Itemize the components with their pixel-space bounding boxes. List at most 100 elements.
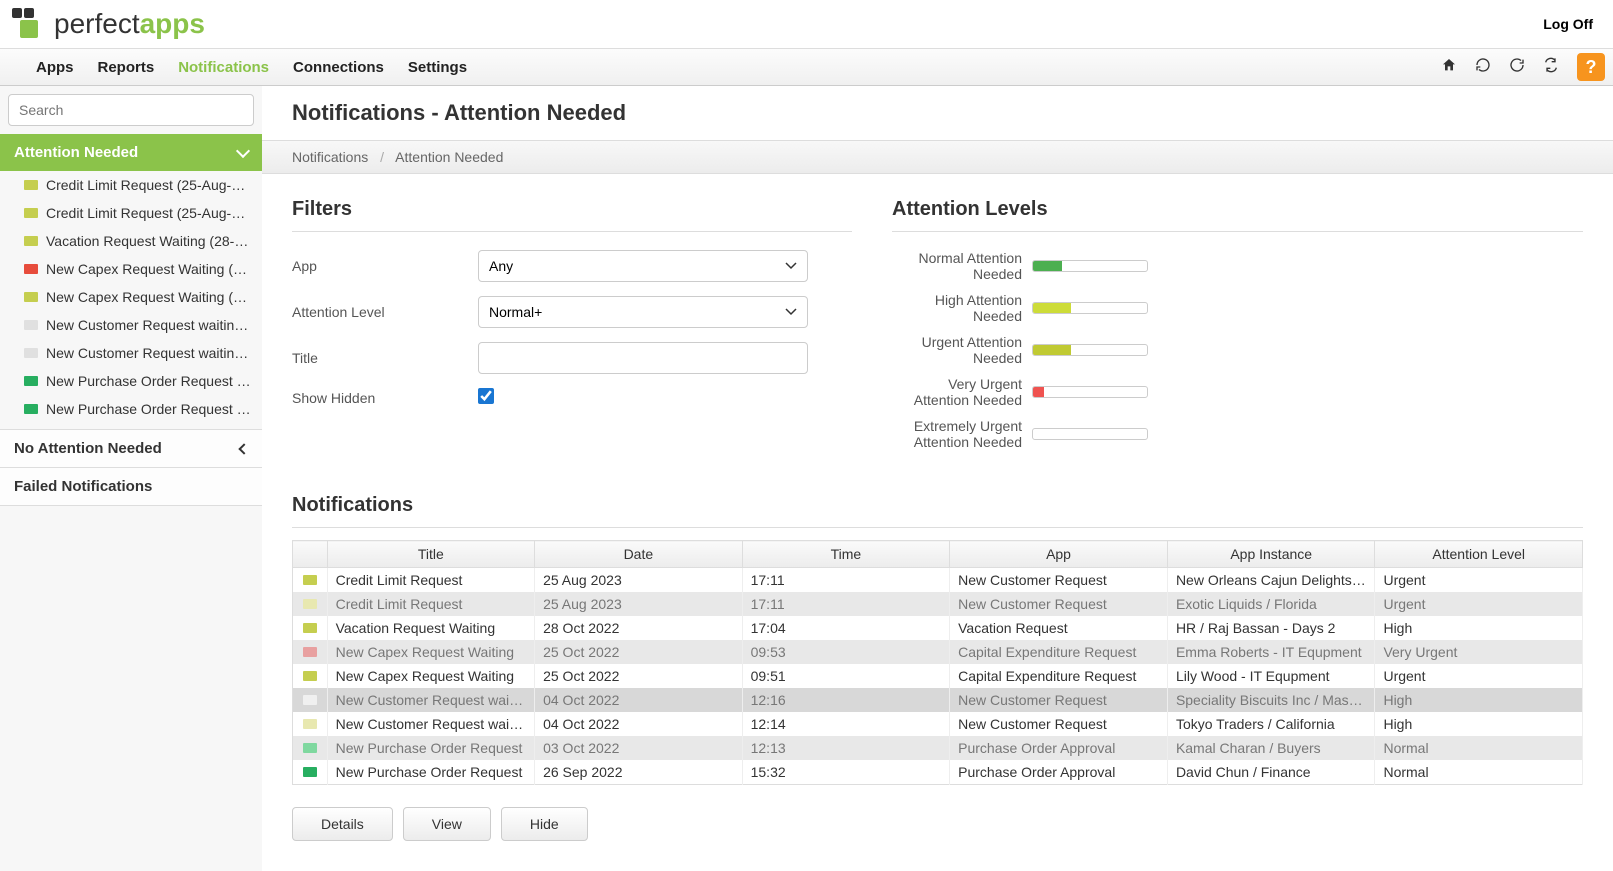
col-level[interactable]: Attention Level bbox=[1375, 541, 1583, 568]
sidebar-item-label: New Capex Request Waiting (25-Oct-... bbox=[46, 289, 252, 305]
level-row: High Attention Needed bbox=[892, 292, 1583, 324]
level-label: Extremely Urgent Attention Needed bbox=[892, 418, 1032, 450]
filter-app-label: App bbox=[292, 258, 478, 274]
logoff-link[interactable]: Log Off bbox=[1543, 16, 1593, 32]
chevron-left-icon bbox=[238, 443, 249, 454]
cell-title: New Purchase Order Request bbox=[327, 760, 535, 785]
levels-block: Attention Levels Normal Attention Needed… bbox=[892, 198, 1583, 460]
logo-mark-icon bbox=[10, 6, 46, 42]
cell-level: High bbox=[1375, 616, 1583, 640]
filter-showhidden-checkbox[interactable] bbox=[478, 388, 494, 404]
cell-level: High bbox=[1375, 688, 1583, 712]
level-label: Very Urgent Attention Needed bbox=[892, 376, 1032, 408]
mail-icon bbox=[24, 376, 38, 386]
level-label: Normal Attention Needed bbox=[892, 250, 1032, 282]
nav-item-reports[interactable]: Reports bbox=[86, 59, 167, 76]
notifications-heading: Notifications bbox=[292, 494, 1583, 528]
cell-level: Very Urgent bbox=[1375, 640, 1583, 664]
sidebar-item[interactable]: New Capex Request Waiting (25-Oct-... bbox=[0, 283, 262, 311]
view-button[interactable]: View bbox=[403, 807, 491, 841]
sidebar-item-label: New Customer Request waiting for S... bbox=[46, 345, 252, 361]
table-row[interactable]: Vacation Request Waiting28 Oct 202217:04… bbox=[293, 616, 1583, 640]
sidebar-item-label: New Purchase Order Request (3-Oct-... bbox=[46, 373, 252, 389]
col-instance[interactable]: App Instance bbox=[1167, 541, 1375, 568]
sidebar-item[interactable]: New Capex Request Waiting (25-Oct-... bbox=[0, 255, 262, 283]
cell-time: 12:16 bbox=[742, 688, 950, 712]
table-header-row: Title Date Time App App Instance Attenti… bbox=[293, 541, 1583, 568]
sidebar-section-label: No Attention Needed bbox=[14, 440, 162, 457]
sidebar-item[interactable]: New Customer Request waiting for S... bbox=[0, 311, 262, 339]
table-row[interactable]: New Customer Request waiting for Submiss… bbox=[293, 688, 1583, 712]
notifications-table: Title Date Time App App Instance Attenti… bbox=[292, 540, 1583, 785]
action-buttons: Details View Hide bbox=[292, 807, 1583, 841]
cell-date: 25 Aug 2023 bbox=[535, 592, 743, 616]
filters-block: Filters App Any Attention Level Normal+ bbox=[292, 198, 852, 460]
sidebar-item[interactable]: New Purchase Order Request (26-Sep... bbox=[0, 395, 262, 423]
nav-item-settings[interactable]: Settings bbox=[396, 59, 479, 76]
sidebar-section-failed[interactable]: Failed Notifications bbox=[0, 468, 262, 506]
cell-title: Credit Limit Request bbox=[327, 568, 535, 593]
cell-date: 25 Oct 2022 bbox=[535, 640, 743, 664]
sidebar-item[interactable]: Vacation Request Waiting (28-Oct-20... bbox=[0, 227, 262, 255]
search-input[interactable] bbox=[8, 94, 254, 126]
notifications-section: Notifications Title Date Time App App In… bbox=[262, 484, 1613, 871]
mail-icon bbox=[24, 180, 38, 190]
cell-date: 25 Aug 2023 bbox=[535, 568, 743, 593]
reload-icon[interactable] bbox=[1509, 57, 1525, 78]
cell-date: 04 Oct 2022 bbox=[535, 688, 743, 712]
table-row[interactable]: Credit Limit Request25 Aug 202317:11New … bbox=[293, 568, 1583, 593]
level-row: Extremely Urgent Attention Needed bbox=[892, 418, 1583, 450]
sidebar-item-label: Credit Limit Request (25-Aug-2023) bbox=[46, 205, 252, 221]
refresh-icon[interactable] bbox=[1475, 57, 1491, 78]
filter-title-label: Title bbox=[292, 350, 478, 366]
sidebar: Attention Needed Credit Limit Request (2… bbox=[0, 86, 262, 871]
filter-level-label: Attention Level bbox=[292, 304, 478, 320]
filter-app-select[interactable]: Any bbox=[478, 250, 808, 282]
breadcrumb-item[interactable]: Notifications bbox=[292, 149, 368, 165]
col-app[interactable]: App bbox=[950, 541, 1168, 568]
cell-app: Capital Expenditure Request bbox=[950, 664, 1168, 688]
nav-item-connections[interactable]: Connections bbox=[281, 59, 396, 76]
cell-title: New Capex Request Waiting bbox=[327, 664, 535, 688]
sidebar-item-label: New Purchase Order Request (26-Sep... bbox=[46, 401, 252, 417]
table-row[interactable]: New Capex Request Waiting25 Oct 202209:5… bbox=[293, 640, 1583, 664]
nav-item-apps[interactable]: Apps bbox=[24, 59, 86, 76]
cell-date: 25 Oct 2022 bbox=[535, 664, 743, 688]
col-time[interactable]: Time bbox=[742, 541, 950, 568]
mail-icon bbox=[303, 695, 317, 705]
table-row[interactable]: New Capex Request Waiting25 Oct 202209:5… bbox=[293, 664, 1583, 688]
sync-icon[interactable] bbox=[1543, 57, 1559, 78]
nav-item-notifications[interactable]: Notifications bbox=[166, 59, 281, 76]
sidebar-section-no-attention[interactable]: No Attention Needed bbox=[0, 429, 262, 468]
filter-level-select[interactable]: Normal+ bbox=[478, 296, 808, 328]
level-bar bbox=[1032, 428, 1148, 440]
breadcrumb: Notifications / Attention Needed bbox=[262, 140, 1613, 174]
table-row[interactable]: New Purchase Order Request03 Oct 202212:… bbox=[293, 736, 1583, 760]
details-button[interactable]: Details bbox=[292, 807, 393, 841]
level-row: Urgent Attention Needed bbox=[892, 334, 1583, 366]
sidebar-item[interactable]: New Purchase Order Request (3-Oct-... bbox=[0, 367, 262, 395]
level-row: Very Urgent Attention Needed bbox=[892, 376, 1583, 408]
sidebar-section-attention[interactable]: Attention Needed bbox=[0, 134, 262, 171]
help-button[interactable]: ? bbox=[1577, 53, 1605, 81]
cell-time: 09:53 bbox=[742, 640, 950, 664]
cell-level: High bbox=[1375, 712, 1583, 736]
col-date[interactable]: Date bbox=[535, 541, 743, 568]
sidebar-item[interactable]: Credit Limit Request (25-Aug-2023) bbox=[0, 199, 262, 227]
sidebar-item[interactable]: New Customer Request waiting for S... bbox=[0, 339, 262, 367]
table-row[interactable]: New Customer Request waiting for Submiss… bbox=[293, 712, 1583, 736]
col-title[interactable]: Title bbox=[327, 541, 535, 568]
table-row[interactable]: Credit Limit Request25 Aug 202317:11New … bbox=[293, 592, 1583, 616]
table-row[interactable]: New Purchase Order Request26 Sep 202215:… bbox=[293, 760, 1583, 785]
sidebar-section-label: Failed Notifications bbox=[14, 478, 152, 495]
hide-button[interactable]: Hide bbox=[501, 807, 588, 841]
mail-icon bbox=[24, 292, 38, 302]
cell-date: 03 Oct 2022 bbox=[535, 736, 743, 760]
level-bar bbox=[1032, 386, 1148, 398]
cell-time: 12:14 bbox=[742, 712, 950, 736]
sidebar-item[interactable]: Credit Limit Request (25-Aug-2023) bbox=[0, 171, 262, 199]
filter-title-input[interactable] bbox=[478, 342, 808, 374]
home-icon[interactable] bbox=[1441, 57, 1457, 78]
mail-icon bbox=[303, 575, 317, 585]
col-icon[interactable] bbox=[293, 541, 328, 568]
